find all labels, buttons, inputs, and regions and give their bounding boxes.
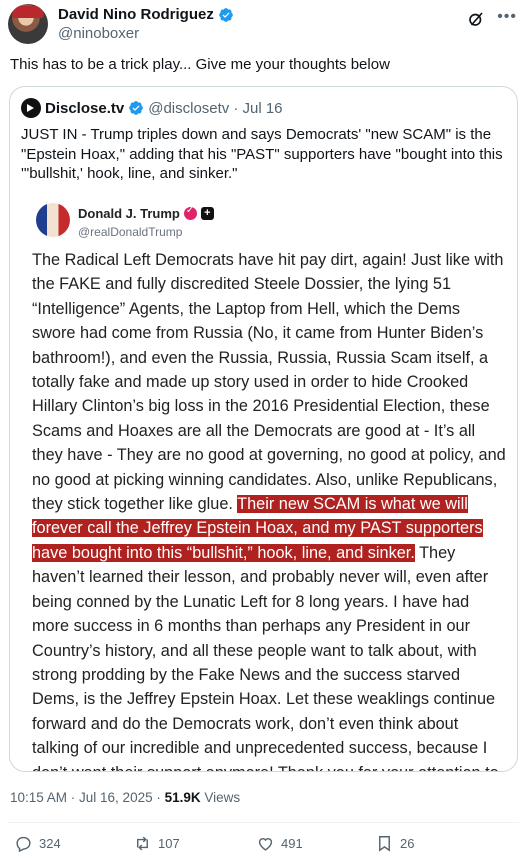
bookmark-button[interactable]: 26 (375, 834, 414, 853)
embed-body-part-2: They haven’t learned their lesson, and p… (32, 543, 499, 771)
views-label: Views (200, 790, 241, 805)
plus-badge-icon: + (200, 207, 214, 220)
verified-badge-icon (183, 205, 197, 220)
disclose-logo (21, 98, 41, 118)
quoted-date: · Jul 16 (233, 99, 283, 117)
verified-icon (219, 7, 233, 22)
embed-handle: @realDonaldTrump (78, 225, 183, 239)
quoted-text: JUST IN - Trump triples down and says De… (21, 126, 503, 182)
quoted-handle: @disclosetv (148, 99, 230, 117)
repost-count: 107 (158, 836, 180, 851)
bookmark-count: 26 (400, 836, 415, 851)
reply-button[interactable]: 324 (14, 834, 61, 853)
author-name-row[interactable]: David Nino Rodriguez (58, 6, 234, 23)
like-button[interactable]: 491 (256, 834, 303, 853)
tweet-text: This has to be a trick play... Give me y… (10, 56, 390, 73)
truth-social-screenshot: Donald J. Trump + @realDonaldTrump The R… (20, 195, 508, 771)
timestamp[interactable]: 10:15 AM · Jul 16, 2025 · (10, 790, 165, 805)
embed-name-row: Donald J. Trump + (78, 205, 214, 221)
like-icon (258, 838, 273, 851)
more-icon[interactable]: ••• (497, 8, 517, 26)
views-count: 51.9K (164, 790, 201, 805)
timestamp-row: 10:15 AM · Jul 16, 2025 · 51.9K Views (10, 790, 240, 805)
embed-avatar (36, 203, 70, 237)
reply-icon (16, 836, 31, 853)
embed-body: The Radical Left Democrats have hit pay … (32, 248, 506, 771)
quoted-name: Disclose.tv (45, 99, 125, 117)
verified-icon (129, 101, 144, 115)
repost-button[interactable]: 107 (133, 834, 180, 853)
author-name[interactable]: David Nino Rodriguez (58, 6, 214, 23)
author-handle[interactable]: @ninoboxer (58, 25, 139, 42)
embed-name: Donald J. Trump (78, 206, 180, 221)
embed-body-part-1: The Radical Left Democrats have hit pay … (32, 251, 506, 514)
avatar[interactable] (8, 4, 48, 44)
reply-count: 324 (39, 836, 61, 851)
divider (8, 822, 519, 823)
quoted-header: Disclose.tv @disclosetv · Jul 16 (21, 98, 283, 118)
quoted-tweet[interactable]: Disclose.tv @disclosetv · Jul 16 JUST IN… (9, 86, 518, 772)
like-count: 491 (281, 836, 303, 851)
grok-icon[interactable] (467, 10, 485, 28)
repost-icon (137, 836, 148, 851)
action-bar: 324 107 491 26 (0, 834, 527, 856)
tweet-header: David Nino Rodriguez @ninoboxer ••• (8, 4, 519, 48)
bookmark-icon (379, 836, 390, 852)
